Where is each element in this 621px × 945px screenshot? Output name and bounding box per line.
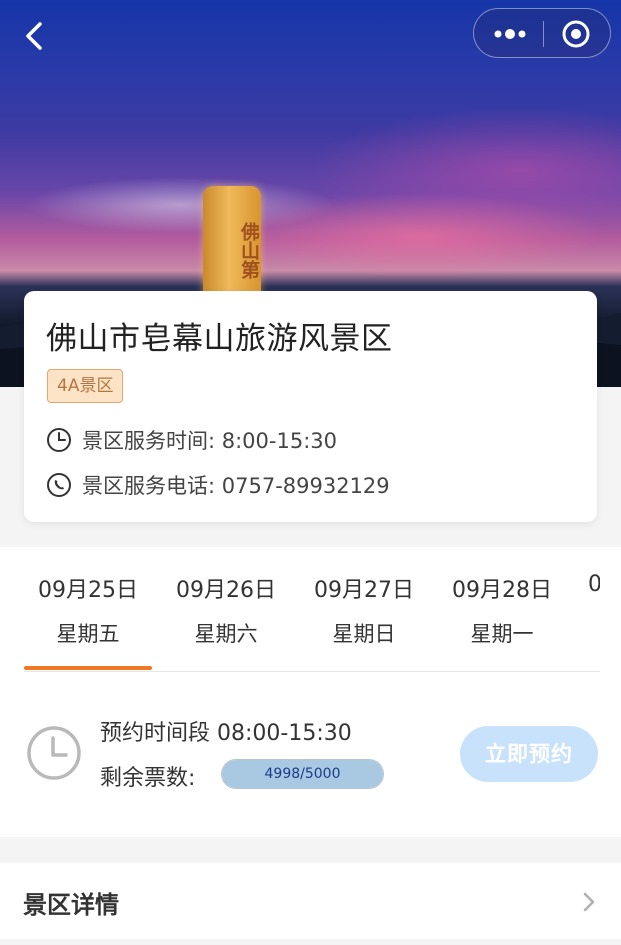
date-tab-date: 09月26日 [176,578,276,603]
date-tabs[interactable]: 09月25日 星期五 09月26日 星期六 09月27日 星期日 09月28日 … [24,547,600,672]
booking-panel: 09月25日 星期五 09月26日 星期六 09月27日 星期日 09月28日 … [0,547,621,837]
scenic-stele-image: 佛山第 [203,186,261,306]
book-now-button[interactable]: 立即预约 [460,726,598,782]
date-tab-date: 09月25日 [38,578,138,603]
clock-icon [27,726,81,780]
scenic-info-card: 佛山市皂幕山旅游风景区 4A景区 景区服务时间: 8:00-15:30 景区服务… [24,291,597,522]
chevron-right-icon [583,892,595,912]
chevron-left-icon [26,22,42,50]
clock-icon [47,428,71,452]
target-circle-icon [562,20,590,48]
more-dots-icon [494,29,526,39]
date-tab-weekday: 星期一 [470,622,534,646]
stele-text: 佛山第 [238,221,260,279]
level-badge: 4A景区 [47,369,124,403]
remaining-tickets-text: 4998/5000 [264,766,341,782]
date-tab-next[interactable]: 0 [582,547,600,667]
date-tab-0928[interactable]: 09月28日 星期一 [438,547,566,667]
back-button[interactable] [18,18,54,54]
date-tab-weekday: 星期五 [56,622,120,646]
date-tab-date: 0 [588,572,600,597]
more-button[interactable] [492,19,528,49]
date-tab-weekday: 星期六 [194,622,258,646]
site-title: 佛山市皂幕山旅游风景区 [46,321,393,357]
scenic-details-label: 景区详情 [23,891,119,919]
remaining-tickets-label: 剩余票数: [100,766,196,791]
service-hours-text: 景区服务时间: 8:00-15:30 [82,429,338,453]
date-tab-date: 09月28日 [452,578,552,603]
service-phone-text: 景区服务电话: 0757-89932129 [82,474,390,498]
scenic-details-row[interactable]: 景区详情 [0,863,621,939]
service-phone-row[interactable]: 景区服务电话: 0757-89932129 [46,470,390,500]
close-mini-program-button[interactable] [560,18,592,50]
time-slot-item: 预约时间段 08:00-15:30 剩余票数: 4998/5000 立即预约 [0,671,621,837]
date-tab-0925[interactable]: 09月25日 星期五 [24,547,152,670]
service-hours-row: 景区服务时间: 8:00-15:30 [46,425,337,455]
remaining-tickets-bar: 4998/5000 [221,759,384,789]
phone-icon [47,473,71,497]
capsule-divider [543,21,544,47]
date-tab-0926[interactable]: 09月26日 星期六 [162,547,290,667]
date-tab-0927[interactable]: 09月27日 星期日 [300,547,428,667]
time-period-text: 预约时间段 08:00-15:30 [100,721,352,746]
date-tab-date: 09月27日 [314,578,414,603]
active-tab-indicator [24,666,152,670]
mini-program-capsule [473,8,611,58]
date-tab-weekday: 星期日 [332,622,396,646]
